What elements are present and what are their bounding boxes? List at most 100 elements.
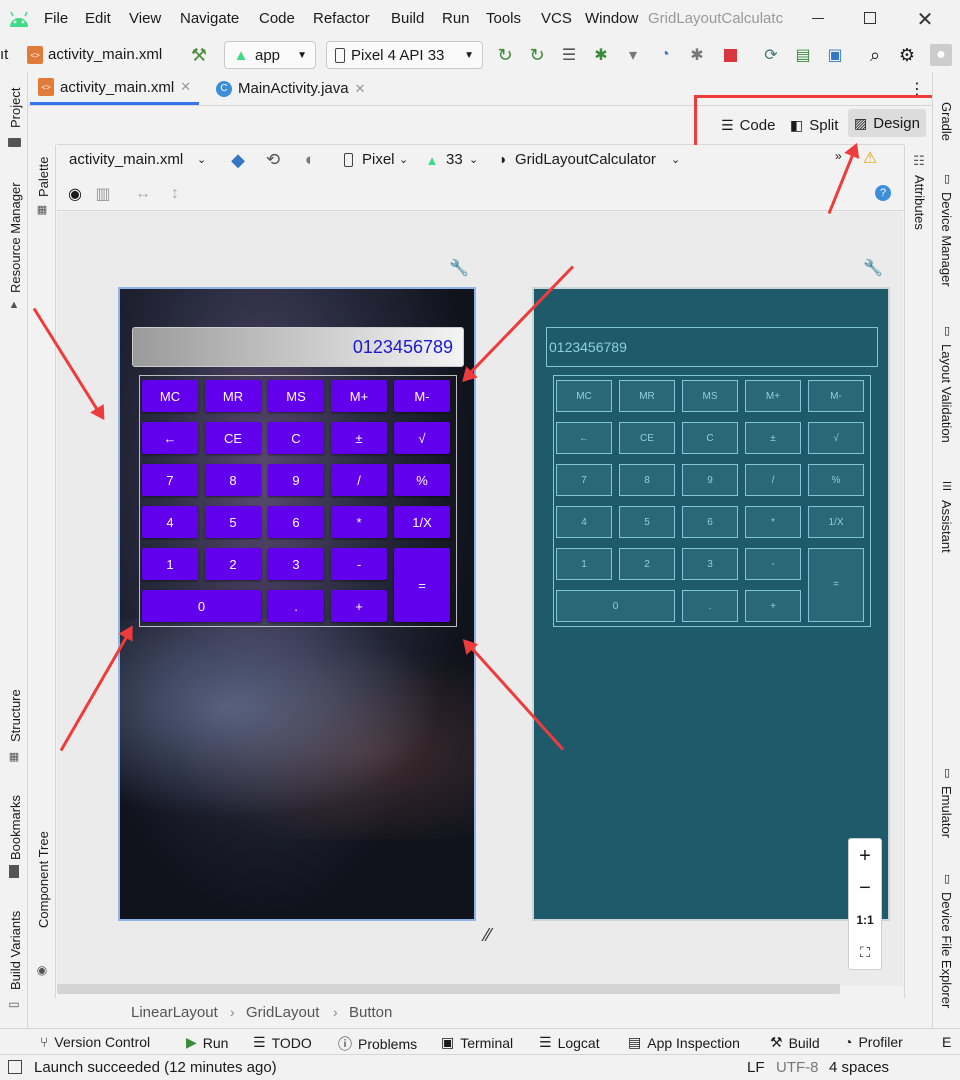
calc-button-sqrt[interactable]: √ bbox=[394, 422, 450, 454]
problems-tool-button[interactable]: ⓘ Problems bbox=[338, 1034, 417, 1054]
calc-button-divide[interactable]: / bbox=[331, 464, 387, 496]
avd-manager-icon[interactable]: ▤ bbox=[792, 44, 814, 66]
breadcrumb-item[interactable]: LinearLayout bbox=[131, 1004, 218, 1021]
calc-button-mc[interactable]: MC bbox=[142, 380, 198, 412]
terminal-tool-button[interactable]: ▣ Terminal bbox=[441, 1034, 513, 1051]
wrench-icon[interactable]: 🔧 bbox=[449, 258, 469, 278]
logcat-tool-button[interactable]: ☰ Logcat bbox=[539, 1034, 600, 1051]
blueprint-preview[interactable]: 0123456789 MC MR MS M+ M- ← CE C ± √ 7 8… bbox=[532, 287, 890, 921]
zoom-out-button[interactable]: − bbox=[849, 873, 881, 903]
calc-button-9[interactable]: 9 bbox=[268, 464, 324, 496]
avatar[interactable]: ● bbox=[930, 44, 952, 66]
attach-debugger-icon[interactable]: ▾ bbox=[622, 44, 644, 66]
warning-icon[interactable]: ⚠ bbox=[861, 149, 879, 167]
breadcrumb-item[interactable]: GridLayout bbox=[246, 1004, 319, 1021]
attach-process-icon[interactable]: ✱ bbox=[686, 44, 708, 66]
profiler-tool-button[interactable]: ◔ Profiler bbox=[844, 1034, 903, 1050]
overflow-icon[interactable]: » bbox=[835, 149, 842, 163]
menu-navigate[interactable]: Navigate bbox=[180, 10, 239, 27]
calc-button-mplus[interactable]: M+ bbox=[331, 380, 387, 412]
device-file-explorer-tool-button[interactable]: Device File Explorer bbox=[939, 892, 954, 1008]
calc-button-3[interactable]: 3 bbox=[268, 548, 324, 580]
menu-file[interactable]: File bbox=[44, 10, 68, 27]
rerun-icon[interactable]: ↻ bbox=[494, 44, 516, 66]
run-config-dropdown[interactable]: ▲ app ▼ bbox=[224, 41, 316, 69]
profile-icon[interactable]: ◔ bbox=[654, 44, 676, 66]
build-tool-button[interactable]: ⚒ Build bbox=[770, 1034, 820, 1051]
menu-run[interactable]: Run bbox=[442, 10, 470, 27]
calc-button-c[interactable]: C bbox=[268, 422, 324, 454]
design-canvas[interactable]: 🔧 🔧 0123456789 MC MR MS M+ M- ← CE C ± √… bbox=[57, 212, 939, 994]
sdk-manager-icon[interactable]: ▣ bbox=[824, 44, 846, 66]
vertical-resize-icon[interactable]: ↕ bbox=[165, 183, 185, 205]
close-icon[interactable]: ✕ bbox=[355, 81, 366, 97]
gear-icon[interactable]: ⚙ bbox=[896, 44, 918, 66]
minimize-button[interactable] bbox=[812, 18, 824, 19]
horizontal-resize-icon[interactable]: ↔ bbox=[133, 183, 153, 205]
close-icon[interactable]: ✕ bbox=[180, 79, 191, 95]
menu-refactor[interactable]: Refactor bbox=[313, 10, 370, 27]
component-tree-tool-button[interactable]: Component Tree bbox=[36, 831, 51, 928]
orientation-icon[interactable]: ⟲ bbox=[262, 149, 284, 171]
emulator-tool-button[interactable]: Emulator bbox=[939, 786, 954, 838]
menu-vcs[interactable]: VCS bbox=[541, 10, 572, 27]
breadcrumb-item[interactable]: Button bbox=[349, 1004, 392, 1021]
menu-code[interactable]: Code bbox=[259, 10, 295, 27]
palette-tool-button[interactable]: Palette bbox=[36, 157, 51, 197]
resize-handle-icon[interactable]: ⁄⁄ bbox=[477, 924, 499, 946]
project-tool-button[interactable]: Project bbox=[8, 88, 23, 128]
apply-changes-icon[interactable]: ↻ bbox=[526, 44, 548, 66]
hammer-icon[interactable]: ⚒ bbox=[188, 44, 210, 66]
calc-button-reciprocal[interactable]: 1/X bbox=[394, 506, 450, 538]
design-preview[interactable]: 0123456789 MC MR MS M+ M- ← CE C ± √ 7 8… bbox=[118, 287, 476, 921]
calc-button-dot[interactable]: . bbox=[268, 590, 324, 622]
run-tool-button[interactable]: ▶ Run bbox=[186, 1034, 228, 1051]
menu-window[interactable]: Window bbox=[585, 10, 638, 27]
menu-view[interactable]: View bbox=[129, 10, 161, 27]
calc-button-4[interactable]: 4 bbox=[142, 506, 198, 538]
layers-icon[interactable]: ◆ bbox=[227, 149, 249, 171]
layout-validation-tool-button[interactable]: Layout Validation bbox=[939, 344, 954, 443]
toolbar-file-name[interactable]: activity_main.xml bbox=[48, 46, 162, 63]
menu-build[interactable]: Build bbox=[391, 10, 424, 27]
build-variants-tool-button[interactable]: Build Variants bbox=[8, 911, 23, 990]
structure-tool-button[interactable]: Structure bbox=[8, 689, 23, 742]
calc-button-0[interactable]: 0 bbox=[142, 590, 261, 622]
calc-button-equals[interactable]: = bbox=[394, 548, 450, 622]
stop-icon[interactable] bbox=[724, 49, 737, 62]
api-selector[interactable]: 33 bbox=[446, 151, 463, 168]
menu-tools[interactable]: Tools bbox=[486, 10, 521, 27]
calc-button-minus[interactable]: - bbox=[331, 548, 387, 580]
menu-edit[interactable]: Edit bbox=[85, 10, 111, 27]
blueprint-toggle-icon[interactable]: ▥ bbox=[93, 183, 113, 205]
todo-tool-button[interactable]: ☰ TODO bbox=[253, 1034, 312, 1051]
tab-main-activity[interactable]: C MainActivity.java ✕ bbox=[208, 72, 374, 105]
maximize-button[interactable] bbox=[864, 12, 876, 24]
resource-manager-tool-button[interactable]: Resource Manager bbox=[8, 182, 23, 293]
calc-button-mminus[interactable]: M- bbox=[394, 380, 450, 412]
debug-icon[interactable]: ✱ bbox=[590, 44, 612, 66]
theme-selector[interactable]: GridLayoutCalculator bbox=[515, 151, 656, 168]
calc-button-mr[interactable]: MR bbox=[205, 380, 261, 412]
tab-activity-main[interactable]: <> activity_main.xml ✕ bbox=[30, 72, 200, 105]
calc-button-1[interactable]: 1 bbox=[142, 548, 198, 580]
calc-button-plusminus[interactable]: ± bbox=[331, 422, 387, 454]
device-dropdown[interactable]: Pixel 4 API 33 ▼ bbox=[326, 41, 483, 69]
calc-button-5[interactable]: 5 bbox=[205, 506, 261, 538]
gradle-tool-button[interactable]: Gradle bbox=[939, 102, 954, 141]
calc-button-7[interactable]: 7 bbox=[142, 464, 198, 496]
version-control-button[interactable]: ⑂ Version Control bbox=[40, 1034, 150, 1050]
calc-button-2[interactable]: 2 bbox=[205, 548, 261, 580]
device-manager-tool-button[interactable]: Device Manager bbox=[939, 192, 954, 287]
attributes-tool-button[interactable]: Attributes bbox=[912, 175, 927, 230]
file-encoding[interactable]: UTF-8 bbox=[776, 1059, 819, 1076]
calc-button-ms[interactable]: MS bbox=[268, 380, 324, 412]
zoom-actual-size-button[interactable]: 1:1 bbox=[849, 905, 881, 935]
search-icon[interactable]: ⌕ bbox=[864, 44, 886, 66]
apply-code-icon[interactable]: ☰ bbox=[558, 44, 580, 66]
sync-gradle-icon[interactable]: ⟳ bbox=[760, 44, 782, 66]
line-separator[interactable]: LF bbox=[747, 1059, 765, 1076]
night-mode-icon[interactable]: ◐ bbox=[299, 149, 321, 171]
assistant-tool-button[interactable]: Assistant bbox=[939, 500, 954, 553]
display-field[interactable]: 0123456789 bbox=[132, 327, 464, 367]
